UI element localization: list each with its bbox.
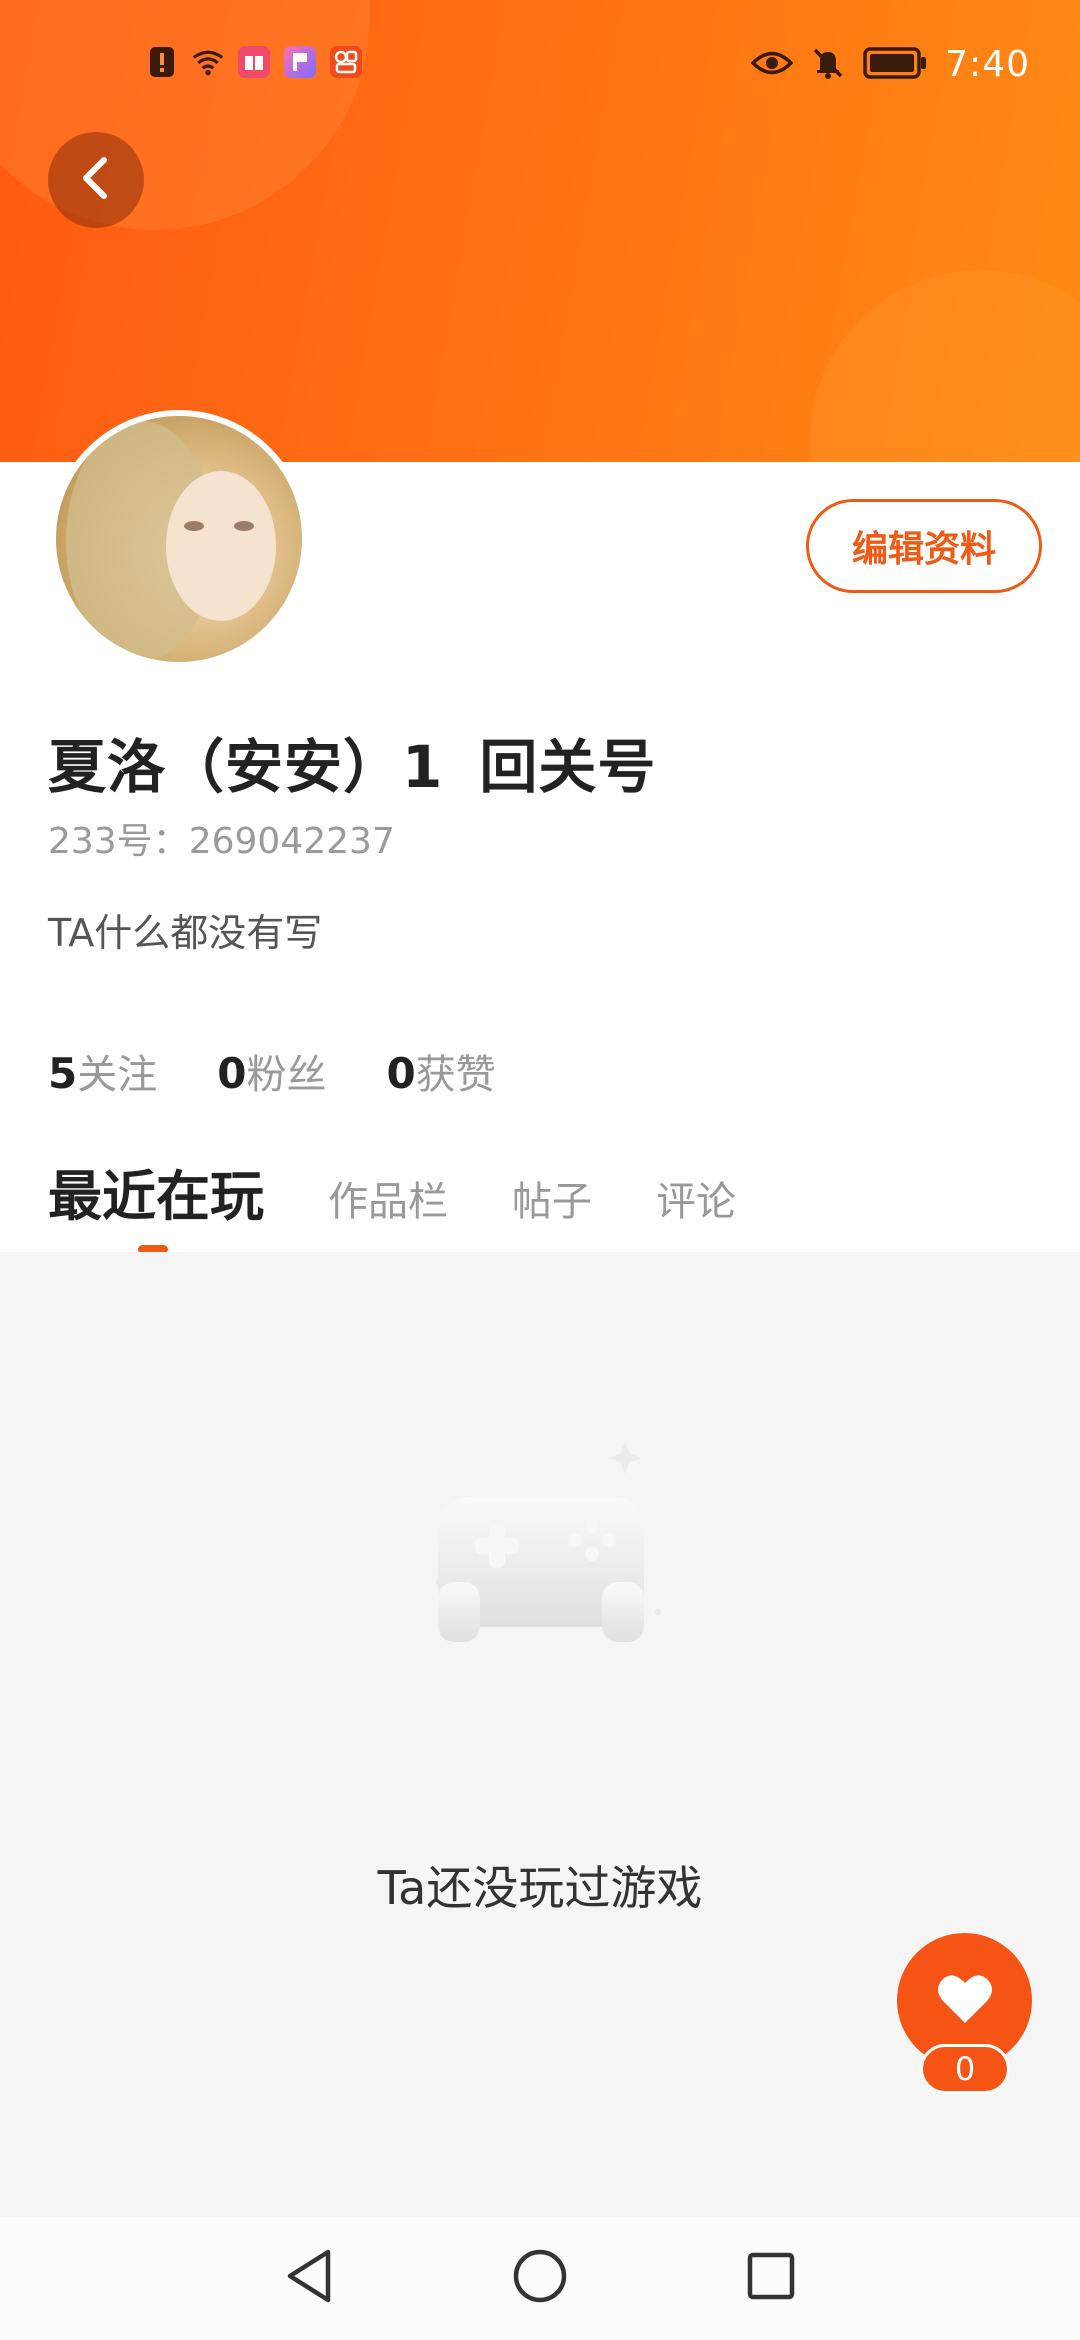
status-left-icons (146, 46, 362, 78)
gamepad-icon (420, 1422, 670, 1652)
eye-icon (750, 48, 794, 82)
user-name-suffix: 回关号 (479, 733, 657, 801)
empty-state: Ta还没玩过游戏 (0, 1252, 1080, 2217)
chevron-left-icon (76, 154, 116, 206)
home-circle-icon (512, 2248, 568, 2308)
header-banner: 7:40 (0, 0, 1080, 462)
stat-following[interactable]: 5关注 (48, 1042, 157, 1100)
tab-bar: 最近在玩 作品栏 帖子 评论 (48, 1152, 800, 1231)
system-nav-bar (0, 2217, 1080, 2340)
user-id: 233号：269042237 (48, 821, 395, 862)
header-decoration (810, 270, 1080, 462)
tab-recently-played[interactable]: 最近在玩 (48, 1152, 264, 1231)
user-name-main: 夏洛（安安）1 (48, 733, 444, 801)
status-time: 7:40 (945, 44, 1030, 85)
user-bio: TA什么都没有写 (48, 911, 323, 955)
stat-fans[interactable]: 0粉丝 (217, 1042, 326, 1100)
heart-icon (937, 1973, 993, 2029)
book-app-icon (238, 46, 270, 78)
alert-icon (146, 46, 178, 78)
status-bar: 7:40 (0, 40, 1080, 96)
edit-profile-button[interactable]: 编辑资料 (806, 499, 1042, 593)
profile-page: 7:40 编辑资料 夏洛（安安）1 回关号 233号：269042237 TA什么… (0, 0, 1080, 2340)
back-button[interactable] (48, 132, 144, 228)
flag-app-icon (284, 46, 316, 78)
nav-recents-button[interactable] (738, 2245, 804, 2311)
user-name: 夏洛（安安）1 回关号 (48, 720, 656, 804)
nav-home-button[interactable] (507, 2245, 573, 2311)
tab-posts[interactable]: 帖子 (512, 1169, 592, 1227)
recents-square-icon (746, 2251, 796, 2305)
stat-likes[interactable]: 0获赞 (386, 1042, 495, 1100)
wifi-icon (192, 46, 224, 78)
battery-icon (863, 46, 927, 83)
photo-app-icon (330, 46, 362, 78)
avatar[interactable] (50, 410, 308, 668)
bell-off-icon (811, 46, 845, 84)
profile-card: 编辑资料 夏洛（安安）1 回关号 233号：269042237 TA什么都没有写 … (0, 410, 1080, 1254)
status-right-icons: 7:40 (750, 44, 1030, 85)
like-count-badge: 0 (920, 2044, 1010, 2094)
nav-back-button[interactable] (276, 2245, 342, 2311)
tab-comments[interactable]: 评论 (656, 1169, 736, 1227)
back-triangle-icon (284, 2248, 334, 2308)
tab-works[interactable]: 作品栏 (328, 1169, 448, 1227)
stats-row: 5关注 0粉丝 0获赞 (48, 1042, 496, 1100)
empty-state-text: Ta还没玩过游戏 (377, 1861, 703, 1915)
